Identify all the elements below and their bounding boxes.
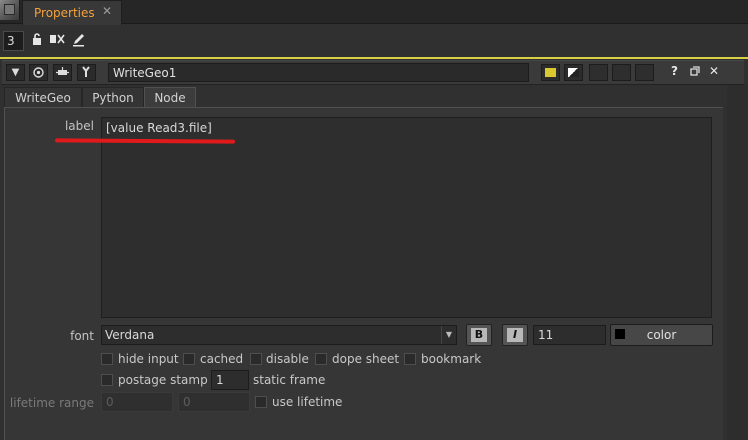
- preview-icon[interactable]: [29, 64, 48, 81]
- cached-label: cached: [200, 352, 244, 366]
- label-caption: label: [64, 119, 94, 133]
- font-size-input[interactable]: 11: [533, 325, 606, 345]
- redo-icon[interactable]: [612, 64, 631, 81]
- font-caption: font: [70, 329, 94, 343]
- collapse-arrow-icon[interactable]: ▼: [6, 64, 25, 81]
- tile-color-button[interactable]: [541, 64, 560, 81]
- panel-scrollbar[interactable]: [727, 85, 748, 440]
- node-separator: [0, 57, 748, 59]
- bold-glyph: B: [471, 328, 487, 342]
- pane-menu-icon[interactable]: [0, 0, 20, 20]
- max-panels-input[interactable]: 3: [3, 31, 24, 51]
- label-textarea[interactable]: [value Read3.file]: [101, 117, 712, 318]
- static-frame-input[interactable]: 1: [211, 370, 249, 390]
- font-select[interactable]: Verdana: [101, 325, 457, 345]
- disable-checkbox[interactable]: [250, 353, 262, 365]
- disable-label: disable: [266, 352, 309, 366]
- clear-panels-icon[interactable]: [49, 32, 65, 48]
- tab-node[interactable]: Node: [144, 87, 196, 108]
- postage-stamp-checkbox[interactable]: [101, 374, 113, 386]
- help-icon[interactable]: ?: [671, 64, 678, 78]
- color-button-label: color: [646, 328, 677, 342]
- lifetime-range-caption: lifetime range: [9, 396, 94, 410]
- float-icon[interactable]: [690, 65, 700, 79]
- hide-input-label: hide input: [118, 352, 179, 366]
- hide-input-checkbox[interactable]: [101, 353, 113, 365]
- gl-color-button[interactable]: [564, 64, 583, 81]
- lock-icon[interactable]: [29, 32, 45, 48]
- dope-sheet-checkbox[interactable]: [315, 353, 327, 365]
- properties-tab[interactable]: Properties ✕: [22, 0, 122, 25]
- italic-button[interactable]: I: [502, 324, 528, 346]
- revert-icon[interactable]: [635, 64, 654, 81]
- bookmark-checkbox[interactable]: [404, 353, 416, 365]
- use-lifetime-checkbox[interactable]: [255, 396, 267, 408]
- node-icon[interactable]: [53, 64, 72, 81]
- tab-writegeo[interactable]: WriteGeo: [4, 87, 82, 108]
- italic-glyph: I: [507, 328, 523, 342]
- node-name-field[interactable]: WriteGeo1: [108, 63, 529, 82]
- lifetime-start-input[interactable]: 0: [101, 392, 173, 412]
- script-icon[interactable]: [77, 64, 96, 81]
- undo-icon[interactable]: [589, 64, 608, 81]
- cached-checkbox[interactable]: [183, 353, 195, 365]
- use-lifetime-label: use lifetime: [272, 395, 343, 409]
- edit-icon[interactable]: [70, 32, 86, 48]
- close-icon[interactable]: ✕: [709, 64, 719, 78]
- properties-toolbar: [0, 25, 748, 57]
- color-button[interactable]: color: [610, 324, 713, 346]
- postage-stamp-label: postage stamp: [118, 373, 208, 387]
- bookmark-label: bookmark: [421, 352, 482, 366]
- static-frame-label: static frame: [253, 373, 326, 387]
- lifetime-end-input[interactable]: 0: [178, 392, 250, 412]
- close-tab-icon[interactable]: ✕: [102, 4, 112, 18]
- tab-python[interactable]: Python: [82, 87, 144, 108]
- dope-sheet-label: dope sheet: [332, 352, 400, 366]
- bold-button[interactable]: B: [466, 324, 492, 346]
- properties-tab-label: Properties: [34, 6, 95, 20]
- chevron-down-icon[interactable]: ▼: [441, 326, 456, 344]
